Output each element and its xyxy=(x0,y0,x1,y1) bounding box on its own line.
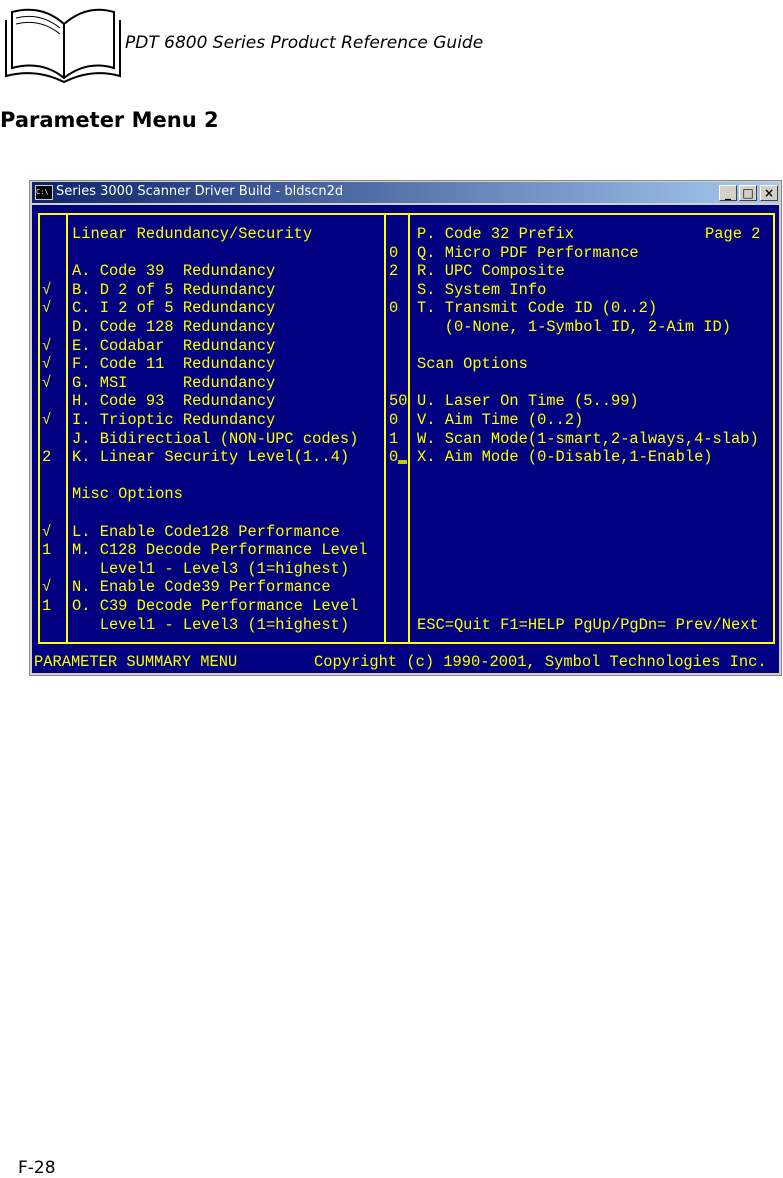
menu-item-right: W. Scan Mode(1-smart,2-always,4-slab) xyxy=(417,429,759,448)
menu-item-left: A. Code 39 Redundancy xyxy=(72,262,276,281)
running-header: PDT 6800 Series Product Reference Guide xyxy=(125,33,484,53)
close-button[interactable]: × xyxy=(760,185,778,201)
menu-item-right: U. Laser On Time (5..99) xyxy=(417,392,639,411)
menu-item-left: Level1 - Level3 (1=highest) xyxy=(72,559,350,578)
row-mark: √ xyxy=(42,299,52,318)
row-mark: √ xyxy=(42,411,52,429)
menu-item-right: X. Aim Mode (0-Disable,1-Enable) xyxy=(417,448,713,467)
menu-item-left: M. C128 Decode Performance Level xyxy=(72,541,368,560)
divider xyxy=(408,213,410,644)
page-indicator: Page 2 xyxy=(705,225,761,243)
divider xyxy=(384,213,386,644)
section-title: Parameter Menu 2 xyxy=(0,108,219,132)
menu-item-right: Q. Micro PDF Performance xyxy=(417,243,639,262)
console-icon[interactable]: C:\ xyxy=(35,185,53,200)
page-number: F-28 xyxy=(18,1158,56,1178)
menu-item-right: Scan Options xyxy=(417,355,528,374)
status-left: PARAMETER SUMMARY MENU xyxy=(34,653,238,671)
menu-item-left: H. Code 93 Redundancy xyxy=(72,392,276,411)
menu-item-left: K. Linear Security Level(1..4) xyxy=(72,448,350,467)
status-right: Copyright (c) 1990-2001, Symbol Technolo… xyxy=(314,653,767,671)
menu-item-right: S. System Info xyxy=(417,280,547,299)
menu-item-left: D. Code 128 Redundancy xyxy=(72,318,276,336)
row-mark: √ xyxy=(42,578,52,597)
menu-item-left: Linear Redundancy/Security xyxy=(72,225,313,243)
row-value: 50 xyxy=(389,392,408,411)
row-value: 0 xyxy=(389,299,399,318)
row-mark: √ xyxy=(42,522,52,541)
menu-item-right: ESC=Quit F1=HELP PgUp/PgDn= Prev/Next xyxy=(417,615,759,634)
menu-item-right: (0-None, 1-Symbol ID, 2-Aim ID) xyxy=(417,318,732,336)
menu-item-right: T. Transmit Code ID (0..2) xyxy=(417,299,658,318)
menu-item-right: R. UPC Composite xyxy=(417,262,565,281)
menu-item-left: I. Trioptic Redundancy xyxy=(72,411,276,429)
menu-item-left: L. Enable Code128 Performance xyxy=(72,522,340,541)
row-mark: √ xyxy=(42,373,52,392)
text-cursor xyxy=(398,460,407,465)
row-mark: 2 xyxy=(42,448,52,467)
window-title: Series 3000 Scanner Driver Build - bldsc… xyxy=(56,184,344,199)
menu-item-left: C. I 2 of 5 Redundancy xyxy=(72,299,276,318)
menu-item-right: P. Code 32 Prefix xyxy=(417,225,575,243)
book-icon xyxy=(5,8,121,84)
menu-item-left: B. D 2 of 5 Redundancy xyxy=(72,280,276,299)
menu-item-left: O. C39 Decode Performance Level xyxy=(72,597,359,615)
menu-item-left: G. MSI Redundancy xyxy=(72,373,276,392)
row-value: 2 xyxy=(389,262,399,281)
maximize-button[interactable]: □ xyxy=(739,185,757,201)
menu-item-left: F. Code 11 Redundancy xyxy=(72,355,276,374)
minimize-button[interactable]: _ xyxy=(719,185,737,201)
row-value: 0 xyxy=(389,243,399,262)
title-bar[interactable]: C:\ Series 3000 Scanner Driver Build - b… xyxy=(32,182,779,203)
menu-item-left: J. Bidirectioal (NON-UPC codes) xyxy=(72,429,359,448)
row-mark: √ xyxy=(42,280,52,299)
row-mark: √ xyxy=(42,355,52,374)
row-value: 1 xyxy=(389,429,399,448)
row-mark: 1 xyxy=(42,541,52,560)
menu-item-right: V. Aim Time (0..2) xyxy=(417,411,584,429)
row-mark: √ xyxy=(42,336,52,355)
row-value: 0 xyxy=(389,448,399,467)
row-value: 0 xyxy=(389,411,399,429)
menu-item-left: E. Codabar Redundancy xyxy=(72,336,276,355)
menu-item-left: N. Enable Code39 Performance xyxy=(72,578,331,597)
menu-item-left: Misc Options xyxy=(72,485,183,504)
row-mark: 1 xyxy=(42,597,52,615)
divider xyxy=(66,213,68,644)
menu-item-left: Level1 - Level3 (1=highest) xyxy=(72,615,350,634)
